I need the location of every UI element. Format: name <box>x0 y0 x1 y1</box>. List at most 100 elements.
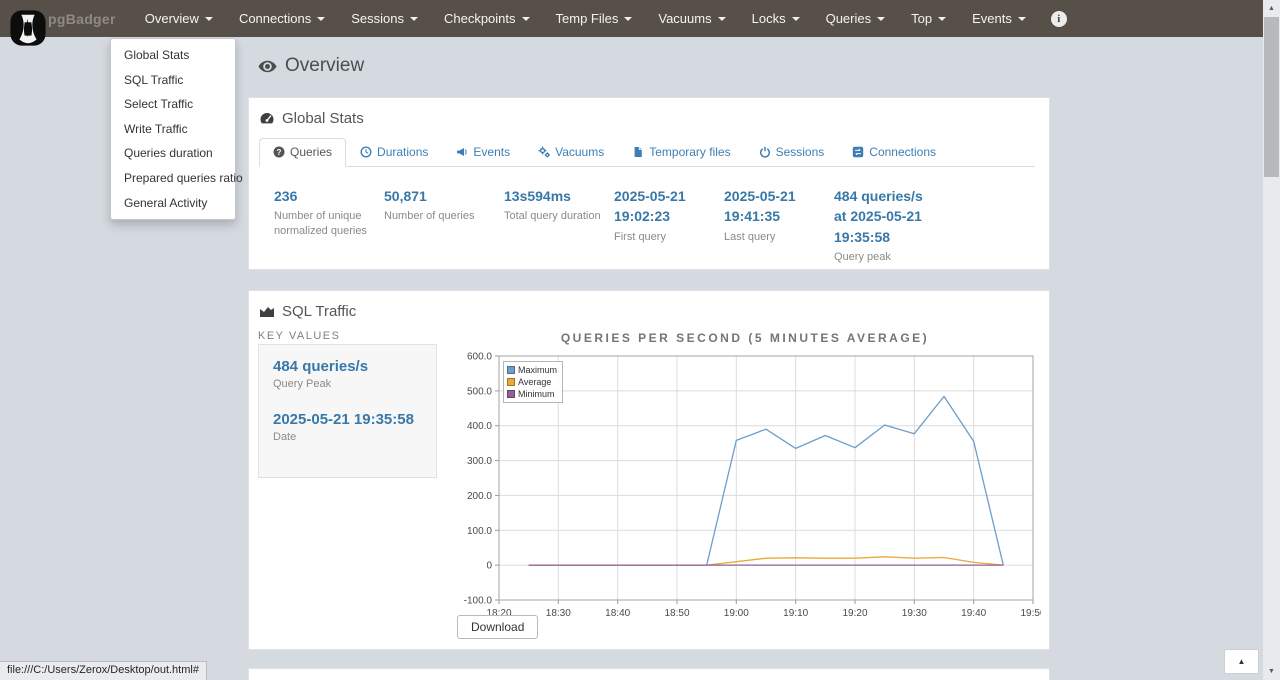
nav-item-sessions[interactable]: Sessions <box>338 0 431 37</box>
legend-label: Minimum <box>518 388 555 400</box>
tab-label: Temporary files <box>649 145 730 159</box>
page-title: Overview <box>258 55 364 77</box>
tab-events[interactable]: Events <box>442 138 524 167</box>
caret-down-icon <box>877 17 885 21</box>
key-value-figure: 484 queries/s <box>273 358 422 375</box>
sql-traffic-heading: SQL Traffic <box>259 303 356 320</box>
stat-number-of-queries: 50,871 Number of queries <box>384 186 504 265</box>
stat-label: Query peak <box>834 250 938 265</box>
stat-value: 50,871 <box>384 186 496 206</box>
scrollbar-down-arrow-icon[interactable]: ▼ <box>1263 663 1280 680</box>
dropdown-item-select-traffic[interactable]: Select Traffic <box>111 92 235 117</box>
stat-value: 2025-05-21 19:02:23 <box>614 186 716 227</box>
area-chart-icon <box>259 304 275 320</box>
legend-swatch <box>507 366 515 374</box>
global-stats-values: 236Number of unique normalized queries50… <box>274 186 946 265</box>
global-stats-heading: Global Stats <box>259 110 364 127</box>
caret-down-icon <box>1018 17 1026 21</box>
stat-value: 13s594ms <box>504 186 606 206</box>
nav-item-vacuums[interactable]: Vacuums <box>645 0 738 37</box>
sql-traffic-panel: SQL Traffic KEY VALUES 484 queries/s Quer… <box>248 290 1050 650</box>
scrollbar-up-arrow-icon[interactable]: ▲ <box>1263 0 1280 17</box>
brand-name[interactable]: pgBadger <box>48 11 116 27</box>
vertical-scrollbar[interactable]: ▲ ▼ <box>1263 0 1280 680</box>
tab-durations[interactable]: Durations <box>346 138 442 167</box>
nav-item-connections[interactable]: Connections <box>226 0 338 37</box>
nav-item-label: Vacuums <box>658 11 711 26</box>
bullhorn-icon <box>456 146 468 158</box>
stat-query-peak: 484 queries/s at 2025-05-21 19:35:58 Quer… <box>834 186 946 265</box>
navbar-menu: Overview Connections Sessions Checkpoints Te… <box>132 0 1039 37</box>
stat-value: 2025-05-21 19:41:35 <box>724 186 826 227</box>
global-stats-title: Global Stats <box>282 110 364 127</box>
dropdown-item-queries-duration[interactable]: Queries duration <box>111 141 235 166</box>
eye-icon <box>258 60 277 73</box>
svg-text:500.0: 500.0 <box>467 386 492 397</box>
dropdown-item-general-activity[interactable]: General Activity <box>111 191 235 216</box>
caret-down-icon <box>624 17 632 21</box>
stat-label: Last query <box>724 230 826 245</box>
tab-queries[interactable]: ? Queries <box>259 138 346 167</box>
dropdown-item-write-traffic[interactable]: Write Traffic <box>111 117 235 142</box>
nav-item-label: Checkpoints <box>444 11 516 26</box>
svg-text:0: 0 <box>486 561 492 572</box>
legend-entry-maximum: Maximum <box>507 364 557 376</box>
pgbadger-logo[interactable] <box>9 9 47 47</box>
nav-item-label: Locks <box>752 11 786 26</box>
key-value-query-peak: 484 queries/s Query Peak <box>273 358 422 390</box>
dropdown-item-prepared-queries-ratio[interactable]: Prepared queries ratio <box>111 166 235 191</box>
stat-label: Total query duration <box>504 209 606 224</box>
dropdown-item-sql-traffic[interactable]: SQL Traffic <box>111 68 235 93</box>
svg-text:19:10: 19:10 <box>783 608 808 619</box>
tab-vacuums[interactable]: Vacuums <box>524 138 618 167</box>
key-values-box: 484 queries/sQuery Peak2025-05-21 19:35:… <box>258 344 437 478</box>
nav-item-top[interactable]: Top <box>898 0 959 37</box>
legend-label: Average <box>518 376 551 388</box>
tab-connections[interactable]: Connections <box>838 138 950 167</box>
navbar: pgBadger Overview Connections Sessions Chec… <box>0 0 1263 37</box>
nav-item-checkpoints[interactable]: Checkpoints <box>431 0 543 37</box>
scrollbar-thumb[interactable] <box>1264 17 1279 177</box>
nav-item-queries[interactable]: Queries <box>813 0 899 37</box>
stat-value: 236 <box>274 186 376 206</box>
stat-value: 484 queries/s at 2025-05-21 19:35:58 <box>834 186 938 247</box>
global-stats-panel: Global Stats ? Queries Durations Events Vacu… <box>248 97 1050 270</box>
question-circle-icon: ? <box>273 146 285 158</box>
power-icon <box>759 146 771 158</box>
svg-text:18:30: 18:30 <box>546 608 571 619</box>
svg-text:19:40: 19:40 <box>961 608 986 619</box>
caret-down-icon <box>792 17 800 21</box>
tab-label: Durations <box>377 145 428 159</box>
scroll-to-top-button[interactable]: ▲ <box>1224 649 1259 674</box>
info-icon[interactable]: i <box>1051 11 1067 27</box>
caret-up-icon: ▲ <box>1238 657 1246 666</box>
svg-text:300.0: 300.0 <box>467 456 492 467</box>
nav-item-overview[interactable]: Overview <box>132 0 226 37</box>
legend-entry-average: Average <box>507 376 557 388</box>
nav-item-temp-files[interactable]: Temp Files <box>543 0 646 37</box>
tab-label: Vacuums <box>555 145 604 159</box>
caret-down-icon <box>410 17 418 21</box>
nav-item-locks[interactable]: Locks <box>739 0 813 37</box>
caret-down-icon <box>522 17 530 21</box>
nav-item-label: Temp Files <box>556 11 619 26</box>
stat-label: Number of queries <box>384 209 496 224</box>
overview-dropdown-menu: Global StatsSQL TrafficSelect TrafficWri… <box>110 38 236 220</box>
download-button[interactable]: Download <box>457 615 538 639</box>
tab-temporary-files[interactable]: Temporary files <box>618 138 744 167</box>
caret-down-icon <box>205 17 213 21</box>
nav-item-label: Events <box>972 11 1012 26</box>
tab-sessions[interactable]: Sessions <box>745 138 839 167</box>
key-values-title: KEY VALUES <box>258 330 340 342</box>
stat-total-query-duration: 13s594ms Total query duration <box>504 186 614 265</box>
svg-text:-100.0: -100.0 <box>464 596 493 607</box>
svg-text:19:00: 19:00 <box>724 608 749 619</box>
dropdown-item-global-stats[interactable]: Global Stats <box>111 43 235 68</box>
svg-text:18:40: 18:40 <box>605 608 630 619</box>
legend-swatch <box>507 390 515 398</box>
key-value-label: Query Peak <box>273 378 422 390</box>
tab-label: Queries <box>290 145 332 159</box>
nav-item-label: Connections <box>239 11 311 26</box>
nav-item-events[interactable]: Events <box>959 0 1039 37</box>
caret-down-icon <box>938 17 946 21</box>
